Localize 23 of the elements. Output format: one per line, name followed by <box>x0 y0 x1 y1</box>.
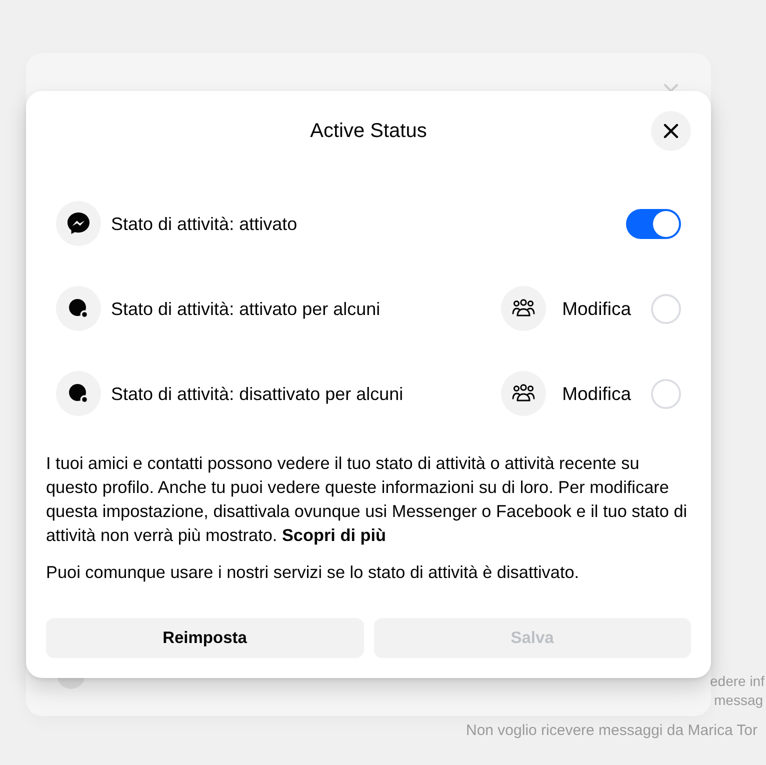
background-text: edere inf <box>710 672 764 690</box>
reset-button[interactable]: Reimposta <box>46 618 364 658</box>
note-text: Puoi comunque usare i nostri servizi se lo stato di attività è disattivato. <box>46 561 580 584</box>
learn-more-link[interactable]: Scopri di più <box>282 525 386 545</box>
people-icon <box>501 286 546 331</box>
status-icon <box>56 286 101 331</box>
radio-button[interactable] <box>651 294 681 324</box>
description-text: I tuoi amici e contatti possono vedere il tuo stato di attività o attività recente su questo profilo. Anche tu puoi vedere queste informazioni su di loro. Per modificare questa impostazione, disattivala ovunque usi Messenger o Facebook e il tuo stato di attività non verrà più mostrato. Scopri di più <box>46 452 688 547</box>
option-label: Stato di attività: attivato <box>111 212 298 234</box>
status-icon <box>56 371 101 416</box>
radio-button[interactable] <box>651 378 681 408</box>
option-label: Stato di attività: disattivato per alcuni <box>111 382 404 404</box>
messenger-icon <box>56 201 101 246</box>
close-icon <box>663 123 679 139</box>
option-label: Stato di attività: attivato per alcuni <box>111 298 382 320</box>
edit-button[interactable]: Modifica <box>501 286 631 331</box>
background-text: Non voglio ricevere messaggi da Marica Tor <box>466 721 758 741</box>
dialog-title: Active Status <box>309 119 428 143</box>
background-text: messag <box>714 691 764 709</box>
toggle-switch[interactable] <box>626 208 681 238</box>
people-icon <box>501 371 546 416</box>
close-button[interactable] <box>651 111 691 151</box>
edit-button[interactable]: Modifica <box>501 371 631 416</box>
